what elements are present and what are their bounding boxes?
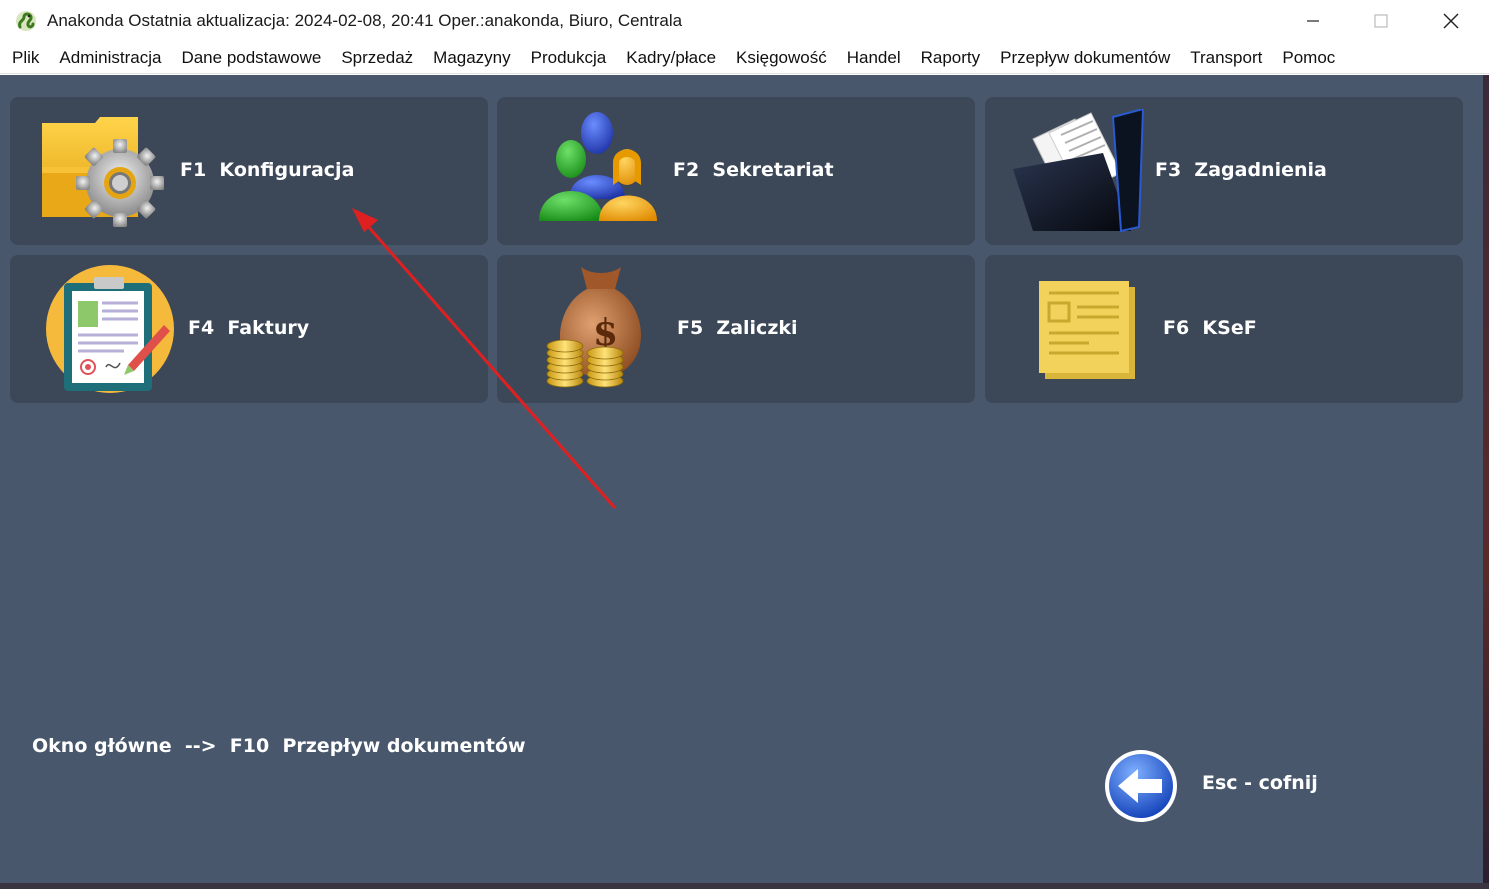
maximize-icon <box>1374 14 1388 28</box>
tile-faktury[interactable]: F4 Faktury <box>10 255 488 403</box>
tile-sekretariat[interactable]: F2 Sekretariat <box>497 97 975 245</box>
black-folder-documents-icon <box>1013 109 1145 233</box>
people-icon <box>539 112 657 221</box>
menu-administracja[interactable]: Administracja <box>49 42 171 74</box>
tile-ksef[interactable]: F6 KSeF <box>985 255 1463 403</box>
minimize-button[interactable] <box>1278 0 1348 42</box>
tile-zagadnienia[interactable]: F3 Zagadnienia <box>985 97 1463 245</box>
breadcrumb: Okno główne --> F10 Przepływ dokumentów <box>32 735 526 757</box>
menu-handel[interactable]: Handel <box>837 42 911 74</box>
folder-gear-icon <box>42 117 164 227</box>
title-bar[interactable]: Anakonda Ostatnia aktualizacja: 2024-02-… <box>0 0 1489 42</box>
tile-label-konfiguracja: F1 Konfiguracja <box>180 159 355 181</box>
menu-raporty[interactable]: Raporty <box>911 42 991 74</box>
tile-label-zagadnienia: F3 Zagadnienia <box>1155 159 1327 181</box>
tile-konfiguracja[interactable]: F1 Konfiguracja <box>10 97 488 245</box>
window-edge-bottom <box>0 883 1489 889</box>
menu-sprzedaz[interactable]: Sprzedaż <box>331 42 423 74</box>
clipboard-invoice-icon <box>46 265 174 393</box>
tile-label-ksef: F6 KSeF <box>1163 317 1257 339</box>
tile-label-faktury: F4 Faktury <box>188 317 310 339</box>
menu-produkcja[interactable]: Produkcja <box>521 42 617 74</box>
menu-dane-podstawowe[interactable]: Dane podstawowe <box>171 42 331 74</box>
window-edge-right <box>1483 75 1489 889</box>
minimize-icon <box>1307 20 1319 22</box>
tile-label-sekretariat: F2 Sekretariat <box>673 159 834 181</box>
tile-zaliczki[interactable]: $ F5 Zaliczki <box>497 255 975 403</box>
main-panel: F1 Konfiguracja F2 Sekretariat F3 Zagadn… <box>0 75 1483 883</box>
money-bag-coins-icon: $ <box>546 267 641 388</box>
close-button[interactable] <box>1416 0 1486 42</box>
menu-transport[interactable]: Transport <box>1180 42 1272 74</box>
menu-pomoc[interactable]: Pomoc <box>1272 42 1345 74</box>
menu-magazyny[interactable]: Magazyny <box>423 42 520 74</box>
menu-ksiegowosc[interactable]: Księgowość <box>726 42 837 74</box>
snake-app-icon <box>16 11 36 31</box>
back-arrow-icon[interactable] <box>1104 749 1178 823</box>
window-title: Anakonda Ostatnia aktualizacja: 2024-02-… <box>47 11 683 30</box>
back-button-label[interactable]: Esc - cofnij <box>1202 772 1318 794</box>
menu-przeplyw-dokumentow[interactable]: Przepływ dokumentów <box>990 42 1180 74</box>
yellow-document-icon <box>1039 281 1135 379</box>
menu-plik[interactable]: Plik <box>2 42 49 74</box>
close-icon <box>1443 13 1459 29</box>
menu-kadry-place[interactable]: Kadry/płace <box>616 42 726 74</box>
menu-bar: Plik Administracja Dane podstawowe Sprze… <box>0 42 1489 74</box>
maximize-button[interactable] <box>1346 0 1416 42</box>
tile-label-zaliczki: F5 Zaliczki <box>677 317 798 339</box>
